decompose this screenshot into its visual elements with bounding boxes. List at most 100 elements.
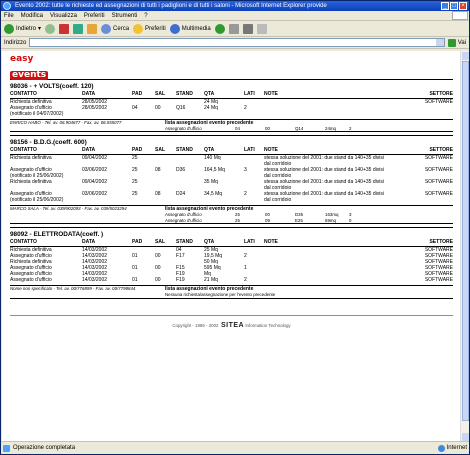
cell-pad: 01 <box>132 277 138 284</box>
scroll-up-button[interactable] <box>462 52 469 60</box>
table-row: Assegnato d'ufficio (notificato il 25/06… <box>10 167 453 179</box>
cell-contatto: Assegnato d'ufficio <box>10 277 52 284</box>
cell-sal: 08 <box>155 191 161 198</box>
menu-file[interactable]: File <box>4 11 14 20</box>
table-row: Assegnato d'ufficio 14/03/2002 01 00 F19 21 M… <box>10 277 453 283</box>
cell-qta: 140 Mq <box>204 155 221 162</box>
column-header-sal: SAL <box>155 147 165 154</box>
previous-assignment-row: Assegnato d'ufficio 04 00 Q14 24mq 2 <box>165 126 453 131</box>
section-footer: Nome non specificato - Tel. av. 00/77689… <box>10 285 453 299</box>
cell-settore: SOFTWARE <box>424 277 453 284</box>
previous-assignment-note: Nessuna richiesta/assegnazione per l'eve… <box>165 292 276 298</box>
cell-note: stessa soluzione del 2001: due stand da … <box>264 167 384 180</box>
column-header-data: DATA <box>82 91 96 97</box>
previous-assignment-cell: 2 <box>349 126 352 131</box>
column-header-qta: QTA <box>204 91 215 97</box>
cell-lati: 2 <box>244 277 247 284</box>
column-header-contatto: CONTATTO <box>10 147 37 154</box>
zone-label: Internet <box>446 445 467 451</box>
cell-note: stessa soluzione del 2001: due stand da … <box>264 155 384 168</box>
cell-stand <box>176 155 204 167</box>
previous-assignment-cell: 69mq <box>325 217 336 223</box>
cell-pad: 25 <box>132 167 138 174</box>
column-header-qta: QTA <box>204 147 215 154</box>
stop-icon[interactable] <box>59 23 70 34</box>
menu-strumenti[interactable]: Strumenti <box>112 11 138 20</box>
cell-settore: SOFTWARE <box>424 167 453 174</box>
status-text: Operazione completata <box>13 445 76 451</box>
column-header-note: NOTE <box>264 91 278 97</box>
minimize-button[interactable]: _ <box>441 2 449 10</box>
previous-assignments: lista assegnazioni evento precedente Asse… <box>165 206 453 223</box>
cell-data: 03/06/2002 <box>82 167 108 174</box>
menu-bar: File Modifica Visualizza Preferiti Strum… <box>1 11 469 21</box>
column-header-contatto: CONTATTO <box>10 91 37 97</box>
scroll-down-button[interactable] <box>462 433 469 441</box>
sitea-logo: SITEA <box>220 321 245 329</box>
previous-assignment-cell: 04 <box>235 126 240 131</box>
go-button[interactable]: Vai <box>447 38 469 47</box>
address-input[interactable] <box>29 38 445 47</box>
address-dropdown-icon[interactable] <box>435 39 444 46</box>
section-footer: MARCO SALA - Tel. av. 039/902093 - Fax. … <box>10 205 453 225</box>
table-row: Assegnato d'ufficio (notificato il 25/06… <box>10 191 453 203</box>
history-icon[interactable] <box>214 23 225 34</box>
menu-visualizza[interactable]: Visualizza <box>50 11 77 20</box>
refresh-icon[interactable] <box>73 23 84 34</box>
previous-assignment-cell: 24mq <box>325 126 336 131</box>
table-header: CONTATTO DATA PAD SAL STAND QTA LATI NOTE SETTOR… <box>10 238 453 248</box>
cell-qta: 34,5 Mq <box>204 191 223 198</box>
previous-assignment-cell: Q14 <box>295 126 304 131</box>
back-arrow-icon <box>4 23 14 34</box>
menu-help[interactable]: ? <box>144 11 147 20</box>
mail-icon[interactable] <box>228 23 239 34</box>
copyright-text: Copyright - 1996 - 2002 <box>172 322 219 328</box>
cell-contatto: Assegnato d'ufficio (notificato il 25/06… <box>10 167 64 180</box>
cell-contatto: Richiesta definitiva <box>10 155 52 162</box>
table-header: CONTATTO DATA PAD SAL STAND QTA LATI NOTE SETTOR… <box>10 90 453 99</box>
edit-icon[interactable] <box>256 23 267 34</box>
column-header-note: NOTE <box>264 239 278 246</box>
previous-assignment-cell: 00 <box>265 126 270 131</box>
sections-container: 98036 - + VOLTS(coeff. 120) CONTATTO DATA P… <box>10 79 453 299</box>
page-viewport: easy events 98036 - + VOLTS(coeff. 120) C… <box>2 51 461 442</box>
back-button[interactable]: Indietro ▾ <box>4 23 42 34</box>
status-bar: Operazione completata Internet <box>1 441 469 454</box>
back-label: Indietro <box>16 25 37 32</box>
cell-qta: 35 Mq <box>204 179 218 186</box>
column-header-pad: PAD <box>132 239 143 246</box>
windows-logo-icon <box>452 11 468 20</box>
cell-qta: 164,5 Mq <box>204 167 225 174</box>
column-header-data: DATA <box>82 239 96 246</box>
menu-modifica[interactable]: Modifica <box>21 11 43 20</box>
cell-lati <box>244 155 264 167</box>
vertical-scrollbar[interactable] <box>460 51 469 442</box>
section-title: 98156 - B.D.G.(coeff. 600) <box>10 135 453 146</box>
cell-note: stessa soluzione del 2001: due stand da … <box>264 179 384 192</box>
cell-lati: 2 <box>244 105 247 111</box>
cell-sal: 00 <box>155 105 161 111</box>
favorites-button[interactable]: Preferiti <box>133 23 166 34</box>
close-button[interactable]: × <box>459 2 467 10</box>
toolbar: Indietro ▾ Cerca Preferiti Multimedia <box>1 21 469 37</box>
print-icon[interactable] <box>242 23 253 34</box>
scroll-thumb[interactable] <box>462 61 469 421</box>
exhibitor-section: 98036 - + VOLTS(coeff. 120) CONTATTO DATA P… <box>10 79 453 133</box>
ie-icon <box>3 2 11 10</box>
previous-assignments: lista assegnazioni evento precedente Asse… <box>165 120 453 131</box>
search-icon <box>101 23 112 34</box>
forward-button[interactable] <box>45 23 56 34</box>
multimedia-button[interactable]: Multimedia <box>169 23 211 34</box>
cell-data: 09/04/2002 <box>82 179 108 186</box>
previous-assignment-cell: 09 <box>265 217 270 223</box>
cell-sal <box>155 179 176 191</box>
home-icon[interactable] <box>87 23 98 34</box>
section-title: 98092 - ELETTRODATA(coeff. ) <box>10 227 453 238</box>
menu-preferiti[interactable]: Preferiti <box>84 11 105 20</box>
previous-assignments: lista assegnazioni evento precedente Ness… <box>165 286 453 297</box>
column-header-data: DATA <box>82 147 96 154</box>
chevron-down-icon: ▾ <box>38 26 42 32</box>
search-button[interactable]: Cerca <box>101 23 129 34</box>
exhibitor-section: 98092 - ELETTRODATA(coeff. ) CONTATTO DATA… <box>10 227 453 299</box>
maximize-button[interactable]: □ <box>450 2 458 10</box>
